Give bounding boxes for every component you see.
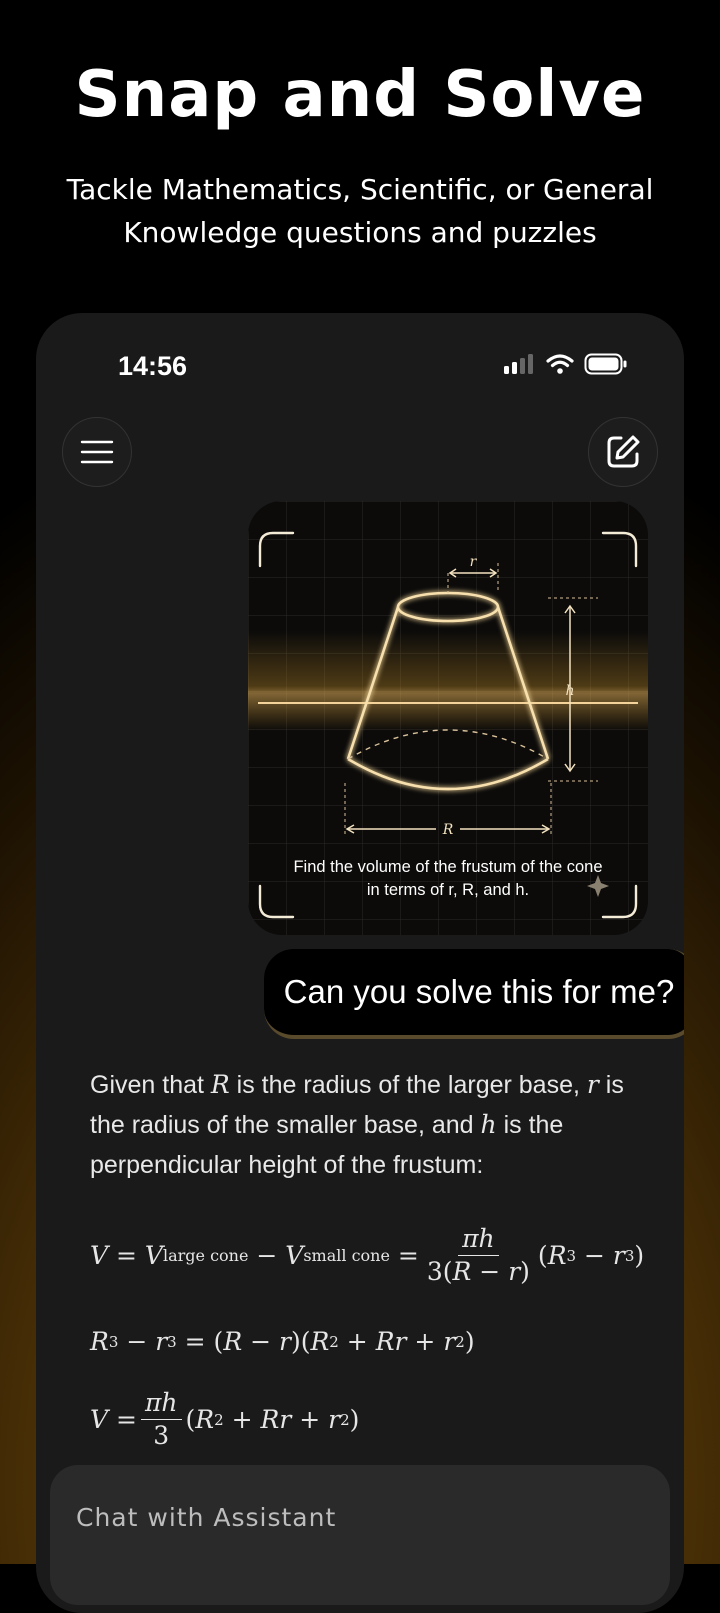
phone-frame: 14:56 r h R Find the volume of the frust… <box>36 313 684 1613</box>
status-time: 14:56 <box>118 351 188 381</box>
formula-volume-difference: V = Vlarge cone − Vsmall cone = πh 3(R − … <box>90 1224 645 1286</box>
status-icons <box>504 353 628 375</box>
problem-image-card[interactable]: r h R Find the volume of the frustum of … <box>248 501 648 935</box>
label-R: R <box>442 822 454 838</box>
cellular-signal-icon <box>504 354 533 374</box>
headline: Snap and Solve <box>74 58 646 132</box>
chat-input-placeholder[interactable]: Chat with Assistant <box>76 1503 336 1532</box>
edit-icon <box>607 435 640 468</box>
hamburger-menu-icon <box>80 440 114 464</box>
assistant-answer-text: Given that R is the radius of the larger… <box>90 1070 624 1179</box>
chat-input-bar[interactable]: Chat with Assistant <box>50 1465 670 1605</box>
new-chat-button[interactable] <box>588 417 658 487</box>
battery-icon <box>584 353 627 375</box>
problem-text: Find the volume of the frustum of the co… <box>293 858 603 899</box>
wifi-icon <box>546 354 574 374</box>
menu-button[interactable] <box>62 417 132 487</box>
subheadline: Tackle Mathematics, Scientific, or Gener… <box>66 173 654 249</box>
formula-difference-of-cubes: R3 − r3 = (R − r)(R 2 + Rr + r 2) <box>90 1327 475 1356</box>
formula-frustum-volume: V = πh 3 (R 2 + Rr + r 2) <box>90 1388 360 1450</box>
label-h: h <box>565 683 574 699</box>
user-message-bubble: Can you solve this for me? <box>264 949 684 1039</box>
